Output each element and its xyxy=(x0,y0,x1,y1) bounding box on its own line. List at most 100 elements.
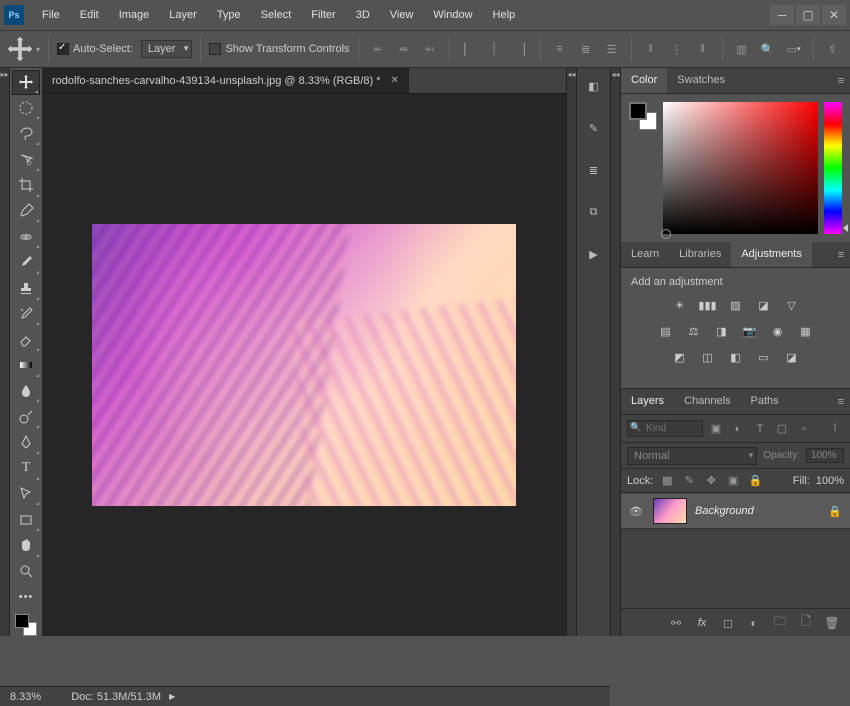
threshold-icon[interactable]: ◧ xyxy=(727,348,745,366)
heal-tool[interactable] xyxy=(12,224,40,249)
photo-filter-icon[interactable]: 📷 xyxy=(741,322,759,340)
curves-icon[interactable]: ▨ xyxy=(727,296,745,314)
lock-position-icon[interactable]: ✥ xyxy=(703,473,719,489)
align-left-icon[interactable]: ▏ xyxy=(458,38,480,60)
tab-channels[interactable]: Channels xyxy=(674,389,740,414)
exposure-icon[interactable]: ◪ xyxy=(755,296,773,314)
brush-panel-icon[interactable]: ✎ xyxy=(584,118,604,138)
levels-icon[interactable]: ▮▮▮ xyxy=(699,296,717,314)
menu-type[interactable]: Type xyxy=(207,3,251,27)
history-panel-icon[interactable]: ◧ xyxy=(584,76,604,96)
opacity-value[interactable]: 100% xyxy=(806,448,844,463)
new-layer-icon[interactable]: 🗋 xyxy=(798,615,814,631)
tab-adjustments[interactable]: Adjustments xyxy=(731,242,812,267)
show-transform-checkbox[interactable]: Show Transform Controls xyxy=(209,43,349,55)
color-lookup-icon[interactable]: ▦ xyxy=(797,322,815,340)
tab-learn[interactable]: Learn xyxy=(621,242,669,267)
menu-view[interactable]: View xyxy=(380,3,424,27)
current-tool-icon[interactable]: ▾ xyxy=(6,36,40,62)
menu-select[interactable]: Select xyxy=(251,3,302,27)
blur-tool[interactable] xyxy=(12,379,40,404)
brush-tool[interactable] xyxy=(12,250,40,275)
document-tab[interactable]: rodolfo-sanches-carvalho-439134-unsplash… xyxy=(42,68,409,93)
path-select-tool[interactable] xyxy=(12,482,40,507)
marquee-tool[interactable] xyxy=(12,96,40,121)
brush-settings-icon[interactable]: ≣ xyxy=(584,160,604,180)
visibility-toggle-icon[interactable]: 👁 xyxy=(629,505,645,518)
window-close-button[interactable]: ✕ xyxy=(822,5,846,25)
menu-edit[interactable]: Edit xyxy=(70,3,109,27)
filter-type-icon[interactable]: T xyxy=(751,420,769,438)
actions-panel-icon[interactable]: ▶ xyxy=(584,244,604,264)
selective-color-icon[interactable]: ◪ xyxy=(783,348,801,366)
menu-window[interactable]: Window xyxy=(423,3,482,27)
close-tab-icon[interactable]: ✕ xyxy=(391,75,399,86)
gradient-map-icon[interactable]: ▭ xyxy=(755,348,773,366)
posterize-icon[interactable]: ◫ xyxy=(699,348,717,366)
group-icon[interactable]: 🗀 xyxy=(772,615,788,631)
lock-transparent-icon[interactable]: ▩ xyxy=(659,473,675,489)
hue-sat-icon[interactable]: ▤ xyxy=(657,322,675,340)
eyedropper-tool[interactable] xyxy=(12,199,40,224)
layer-filter-input[interactable] xyxy=(627,420,703,437)
lock-all-icon[interactable]: 🔒 xyxy=(747,473,763,489)
panel-menu-icon[interactable]: ≡ xyxy=(832,242,850,267)
menu-layer[interactable]: Layer xyxy=(159,3,207,27)
black-white-icon[interactable]: ◨ xyxy=(713,322,731,340)
pen-tool[interactable] xyxy=(12,430,40,455)
color-balance-icon[interactable]: ⚖ xyxy=(685,322,703,340)
hue-slider-thumb[interactable] xyxy=(843,224,848,232)
brightness-contrast-icon[interactable]: ☀ xyxy=(671,296,689,314)
vibrance-icon[interactable]: ▽ xyxy=(783,296,801,314)
3d-mode-icon[interactable]: ▥ xyxy=(731,38,753,60)
fg-color-swatch[interactable] xyxy=(629,102,647,120)
artboard-icon[interactable]: ▭▾ xyxy=(783,38,805,60)
auto-select-target-select[interactable]: Layer xyxy=(141,40,193,58)
align-vcenter-icon[interactable]: ⬵ xyxy=(393,38,415,60)
distribute-vcenter-icon[interactable]: ≣ xyxy=(575,38,597,60)
window-maximize-button[interactable]: ▢ xyxy=(796,5,820,25)
layer-mask-icon[interactable]: ◻ xyxy=(720,615,736,631)
quick-select-tool[interactable] xyxy=(12,147,40,172)
link-layers-icon[interactable]: ⚯ xyxy=(668,615,684,631)
left-dock-collapse[interactable]: ▸▸ xyxy=(0,68,10,636)
layer-row[interactable]: 👁 Background 🔒 xyxy=(621,493,850,529)
layer-lock-icon[interactable]: 🔒 xyxy=(828,505,842,518)
gradient-tool[interactable] xyxy=(12,353,40,378)
filter-pixel-icon[interactable]: ▣ xyxy=(707,420,725,438)
filter-adjust-icon[interactable]: ◐ xyxy=(729,420,747,438)
filter-shape-icon[interactable]: ▢ xyxy=(773,420,791,438)
layer-style-icon[interactable]: fx xyxy=(694,615,710,631)
delete-layer-icon[interactable]: 🗑 xyxy=(824,615,840,631)
move-tool[interactable] xyxy=(12,70,40,95)
align-hcenter-icon[interactable]: │ xyxy=(484,38,506,60)
panel-menu-icon[interactable]: ≡ xyxy=(832,389,850,414)
clone-source-icon[interactable]: ⧉ xyxy=(584,202,604,222)
align-bottom-icon[interactable]: ⬶ xyxy=(419,38,441,60)
right-dock-collapse[interactable]: ◂◂ xyxy=(610,68,620,636)
layer-thumbnail[interactable] xyxy=(653,498,687,524)
history-brush-tool[interactable] xyxy=(12,302,40,327)
tab-color[interactable]: Color xyxy=(621,68,667,93)
rectangle-tool[interactable] xyxy=(12,507,40,532)
invert-icon[interactable]: ◩ xyxy=(671,348,689,366)
align-right-icon[interactable]: ▕ xyxy=(510,38,532,60)
stamp-tool[interactable] xyxy=(12,276,40,301)
edit-toolbar[interactable]: ••• xyxy=(12,584,40,609)
hue-slider[interactable] xyxy=(824,102,842,234)
adjustment-layer-icon[interactable]: ◐ xyxy=(746,615,762,631)
filter-smart-icon[interactable]: ▫ xyxy=(795,420,813,438)
menu-file[interactable]: File xyxy=(32,3,70,27)
distribute-top-icon[interactable]: ≡ xyxy=(549,38,571,60)
channel-mixer-icon[interactable]: ◉ xyxy=(769,322,787,340)
layer-name[interactable]: Background xyxy=(695,505,754,517)
menu-3d[interactable]: 3D xyxy=(346,3,380,27)
mid-dock-collapse[interactable]: ◂◂ xyxy=(566,68,576,636)
menu-filter[interactable]: Filter xyxy=(301,3,345,27)
color-swatches-tool[interactable] xyxy=(15,614,37,636)
align-top-icon[interactable]: ⬴ xyxy=(367,38,389,60)
distribute-right-icon[interactable]: ‖ xyxy=(692,38,714,60)
canvas-viewport[interactable] xyxy=(42,94,566,636)
distribute-left-icon[interactable]: ‖ xyxy=(640,38,662,60)
eraser-tool[interactable] xyxy=(12,327,40,352)
